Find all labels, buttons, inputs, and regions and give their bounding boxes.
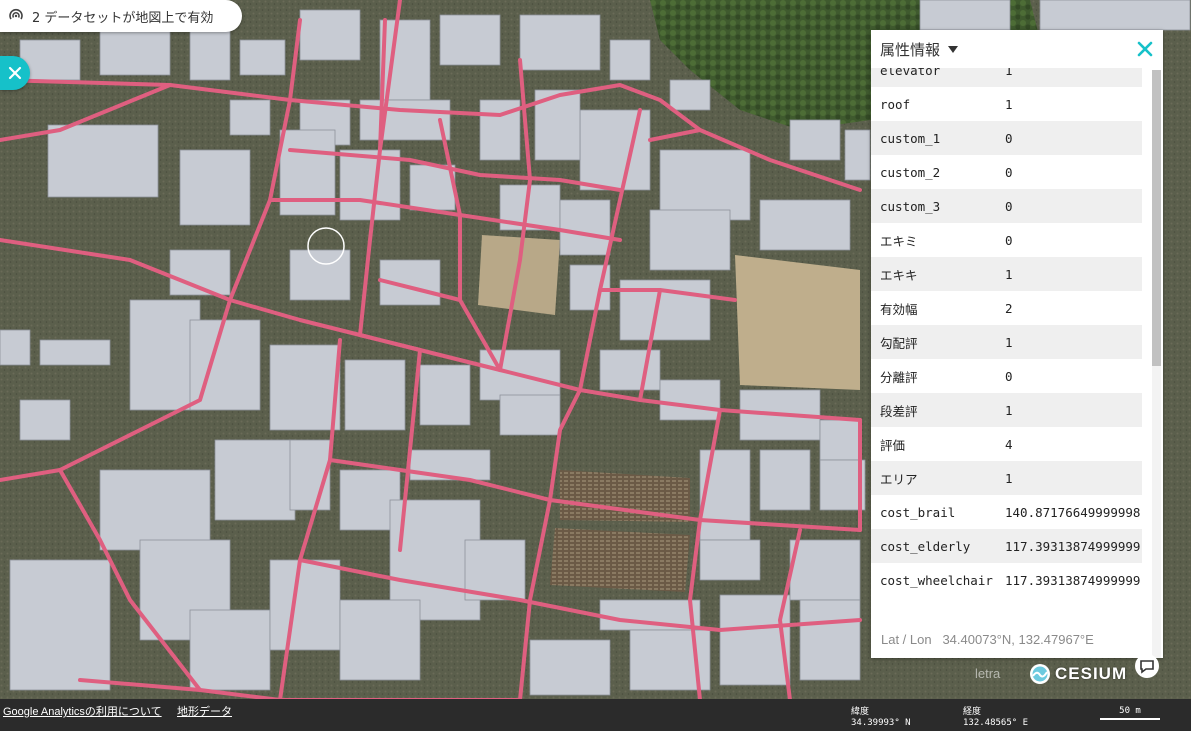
longitude-value: 132.48565° E	[963, 718, 1029, 728]
attribute-key: 段差評	[880, 403, 918, 419]
attribute-key: cost_wheelchair	[880, 572, 993, 588]
attribute-row: 段差評 1	[871, 393, 1142, 427]
attribute-row: cost_brail 140.87176649999998	[871, 495, 1142, 529]
panel-title: 属性情報	[880, 40, 941, 59]
attribute-value: 1	[1005, 470, 1013, 486]
attribute-row: custom_3 0	[871, 189, 1142, 223]
attribute-value: 117.39313874999999	[1005, 538, 1141, 554]
attribute-key: エキミ	[880, 233, 918, 249]
panel-header: 属性情報	[871, 30, 1163, 68]
attribute-value: 1	[1005, 96, 1013, 112]
latitude-value: 34.39993° N	[851, 718, 911, 728]
attribute-key: エキキ	[880, 267, 918, 283]
attribute-key: 評価	[880, 437, 906, 453]
attribute-value: 1	[1005, 402, 1013, 418]
attribute-row: 有効幅 2	[871, 291, 1142, 325]
terrain-data-link[interactable]: 地形データ	[177, 703, 232, 719]
attribute-value: 2	[1005, 300, 1013, 316]
attribute-value: 1	[1005, 334, 1013, 350]
cesium-logo[interactable]: CESIUM	[1028, 660, 1127, 688]
analytics-link[interactable]: Google Analyticsの利用について	[3, 703, 162, 719]
attribute-value: 4	[1005, 436, 1013, 452]
attribute-key: custom_2	[880, 164, 941, 180]
attribute-row: custom_1 0	[871, 121, 1142, 155]
bottom-bar: Google Analyticsの利用について 地形データ 緯度 34.3999…	[0, 699, 1191, 731]
datasets-indicator[interactable]: 2 データセットが地図上で有効	[0, 0, 242, 32]
latlon-label: Lat / Lon	[881, 632, 932, 647]
longitude-readout: 経度 132.48565° E	[963, 707, 1028, 729]
close-icon	[8, 66, 22, 80]
attribute-row: 評価 4	[871, 427, 1142, 461]
feedback-icon[interactable]	[1133, 652, 1161, 680]
attribute-key: エリア	[880, 471, 918, 487]
attribute-value: 0	[1005, 198, 1013, 214]
attribute-row: custom_2 0	[871, 155, 1142, 189]
scale-line	[1100, 718, 1160, 720]
cesium-label: CESIUM	[1055, 664, 1128, 683]
attribute-value: 0	[1005, 368, 1013, 384]
layers-icon	[8, 8, 24, 24]
attribute-row: エキミ 0	[871, 223, 1142, 257]
latitude-readout: 緯度 34.39993° N	[851, 707, 911, 729]
feature-info-panel: 属性情報 elevator 1 roof 1 custom_1 0 custom_2 0 cus…	[871, 30, 1163, 658]
scrollbar-track[interactable]	[1152, 366, 1161, 658]
imagery-credit: letra	[975, 666, 1001, 681]
datasets-label: 2 データセットが地図上で有効	[32, 10, 214, 26]
attribute-key: custom_1	[880, 130, 941, 146]
attribute-row: cost_elderly 117.39313874999999	[871, 529, 1142, 563]
close-icon[interactable]	[1135, 39, 1155, 59]
latitude-label: 緯度	[851, 707, 870, 717]
scrollbar-thumb[interactable]	[1152, 70, 1161, 366]
attribute-value: 117.39313874999999	[1005, 572, 1141, 588]
pick-location: Lat / Lon 34.40073°N, 132.47967°E	[881, 632, 1094, 647]
attribute-row: エキキ 1	[871, 257, 1142, 291]
attribute-key: 有効幅	[880, 301, 918, 317]
attribute-key: roof	[880, 96, 911, 112]
attribute-row: エリア 1	[871, 461, 1142, 495]
attribute-value: 0	[1005, 130, 1013, 146]
scale-bar: 50 m	[1100, 706, 1160, 720]
latlon-value: 34.40073°N, 132.47967°E	[942, 632, 1094, 647]
attribute-row: 勾配評 1	[871, 325, 1142, 359]
attribute-value: 1	[1005, 266, 1013, 282]
attribute-key: cost_brail	[880, 504, 956, 520]
attribute-key: 分離評	[880, 369, 918, 385]
attribute-key: custom_3	[880, 198, 941, 214]
attribute-value: 0	[1005, 164, 1013, 180]
caret-down-icon[interactable]	[948, 45, 959, 53]
attribute-value: 0	[1005, 232, 1013, 248]
cesium-logo-icon	[1030, 664, 1050, 684]
scale-label: 50 m	[1119, 706, 1141, 716]
attribute-key: cost_elderly	[880, 538, 971, 554]
attribute-row: 分離評 0	[871, 359, 1142, 393]
attribute-value: 140.87176649999998	[1005, 504, 1141, 520]
attribute-row: roof 1	[871, 87, 1142, 121]
attribute-table: elevator 1 roof 1 custom_1 0 custom_2 0 custom_3…	[871, 53, 1142, 597]
attribute-key: 勾配評	[880, 335, 918, 351]
longitude-label: 経度	[963, 707, 982, 717]
attribute-row: cost_wheelchair 117.39313874999999	[871, 563, 1142, 597]
